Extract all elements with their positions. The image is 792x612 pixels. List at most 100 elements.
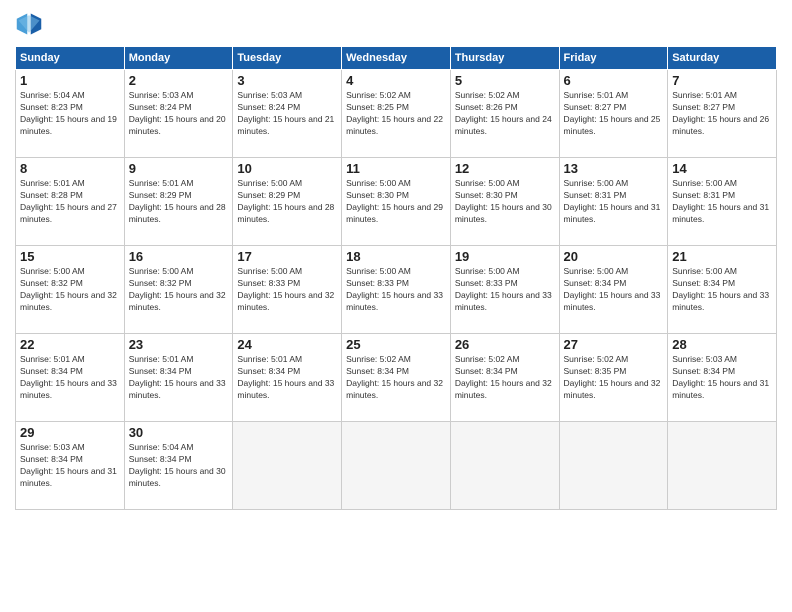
day-info: Sunrise: 5:00 AMSunset: 8:33 PMDaylight:… <box>455 266 552 312</box>
calendar-cell-day-1: 1 Sunrise: 5:04 AMSunset: 8:23 PMDayligh… <box>16 70 125 158</box>
day-number: 9 <box>129 161 229 176</box>
day-info: Sunrise: 5:00 AMSunset: 8:34 PMDaylight:… <box>672 266 769 312</box>
day-number: 8 <box>20 161 120 176</box>
day-info: Sunrise: 5:02 AMSunset: 8:35 PMDaylight:… <box>564 354 661 400</box>
calendar-cell-day-16: 16 Sunrise: 5:00 AMSunset: 8:32 PMDaylig… <box>124 246 233 334</box>
calendar-week-row: 8 Sunrise: 5:01 AMSunset: 8:28 PMDayligh… <box>16 158 777 246</box>
day-info: Sunrise: 5:00 AMSunset: 8:31 PMDaylight:… <box>564 178 661 224</box>
day-info: Sunrise: 5:01 AMSunset: 8:27 PMDaylight:… <box>564 90 661 136</box>
day-info: Sunrise: 5:01 AMSunset: 8:34 PMDaylight:… <box>129 354 226 400</box>
calendar-cell-day-25: 25 Sunrise: 5:02 AMSunset: 8:34 PMDaylig… <box>342 334 451 422</box>
day-number: 17 <box>237 249 337 264</box>
day-number: 28 <box>672 337 772 352</box>
calendar-cell-day-18: 18 Sunrise: 5:00 AMSunset: 8:33 PMDaylig… <box>342 246 451 334</box>
calendar-cell-day-28: 28 Sunrise: 5:03 AMSunset: 8:34 PMDaylig… <box>668 334 777 422</box>
calendar-week-row: 15 Sunrise: 5:00 AMSunset: 8:32 PMDaylig… <box>16 246 777 334</box>
logo-icon <box>15 10 43 38</box>
day-info: Sunrise: 5:04 AMSunset: 8:23 PMDaylight:… <box>20 90 117 136</box>
day-number: 6 <box>564 73 664 88</box>
day-info: Sunrise: 5:02 AMSunset: 8:26 PMDaylight:… <box>455 90 552 136</box>
weekday-header-row: SundayMondayTuesdayWednesdayThursdayFrid… <box>16 47 777 70</box>
calendar-cell-day-29: 29 Sunrise: 5:03 AMSunset: 8:34 PMDaylig… <box>16 422 125 510</box>
day-info: Sunrise: 5:01 AMSunset: 8:28 PMDaylight:… <box>20 178 117 224</box>
calendar-cell-empty <box>450 422 559 510</box>
day-number: 29 <box>20 425 120 440</box>
day-number: 21 <box>672 249 772 264</box>
day-info: Sunrise: 5:01 AMSunset: 8:27 PMDaylight:… <box>672 90 769 136</box>
calendar-cell-empty <box>342 422 451 510</box>
weekday-header-sunday: Sunday <box>16 47 125 70</box>
day-number: 23 <box>129 337 229 352</box>
calendar-cell-empty <box>559 422 668 510</box>
calendar-cell-day-15: 15 Sunrise: 5:00 AMSunset: 8:32 PMDaylig… <box>16 246 125 334</box>
day-info: Sunrise: 5:03 AMSunset: 8:34 PMDaylight:… <box>672 354 769 400</box>
day-number: 24 <box>237 337 337 352</box>
day-info: Sunrise: 5:04 AMSunset: 8:34 PMDaylight:… <box>129 442 226 488</box>
day-info: Sunrise: 5:00 AMSunset: 8:33 PMDaylight:… <box>346 266 443 312</box>
calendar-table: SundayMondayTuesdayWednesdayThursdayFrid… <box>15 46 777 510</box>
day-info: Sunrise: 5:01 AMSunset: 8:34 PMDaylight:… <box>237 354 334 400</box>
calendar-cell-empty <box>233 422 342 510</box>
day-number: 30 <box>129 425 229 440</box>
calendar-cell-day-22: 22 Sunrise: 5:01 AMSunset: 8:34 PMDaylig… <box>16 334 125 422</box>
day-info: Sunrise: 5:03 AMSunset: 8:34 PMDaylight:… <box>20 442 117 488</box>
day-info: Sunrise: 5:00 AMSunset: 8:29 PMDaylight:… <box>237 178 334 224</box>
day-number: 3 <box>237 73 337 88</box>
calendar-week-row: 29 Sunrise: 5:03 AMSunset: 8:34 PMDaylig… <box>16 422 777 510</box>
day-info: Sunrise: 5:00 AMSunset: 8:30 PMDaylight:… <box>346 178 443 224</box>
calendar-cell-day-3: 3 Sunrise: 5:03 AMSunset: 8:24 PMDayligh… <box>233 70 342 158</box>
calendar-cell-day-19: 19 Sunrise: 5:00 AMSunset: 8:33 PMDaylig… <box>450 246 559 334</box>
calendar-cell-day-12: 12 Sunrise: 5:00 AMSunset: 8:30 PMDaylig… <box>450 158 559 246</box>
day-info: Sunrise: 5:00 AMSunset: 8:30 PMDaylight:… <box>455 178 552 224</box>
weekday-header-monday: Monday <box>124 47 233 70</box>
day-number: 1 <box>20 73 120 88</box>
calendar-cell-day-13: 13 Sunrise: 5:00 AMSunset: 8:31 PMDaylig… <box>559 158 668 246</box>
day-info: Sunrise: 5:01 AMSunset: 8:29 PMDaylight:… <box>129 178 226 224</box>
day-number: 7 <box>672 73 772 88</box>
day-number: 5 <box>455 73 555 88</box>
day-number: 4 <box>346 73 446 88</box>
calendar-week-row: 22 Sunrise: 5:01 AMSunset: 8:34 PMDaylig… <box>16 334 777 422</box>
calendar-cell-day-6: 6 Sunrise: 5:01 AMSunset: 8:27 PMDayligh… <box>559 70 668 158</box>
calendar-cell-day-2: 2 Sunrise: 5:03 AMSunset: 8:24 PMDayligh… <box>124 70 233 158</box>
calendar-cell-day-11: 11 Sunrise: 5:00 AMSunset: 8:30 PMDaylig… <box>342 158 451 246</box>
calendar-cell-day-14: 14 Sunrise: 5:00 AMSunset: 8:31 PMDaylig… <box>668 158 777 246</box>
calendar-cell-day-30: 30 Sunrise: 5:04 AMSunset: 8:34 PMDaylig… <box>124 422 233 510</box>
day-number: 20 <box>564 249 664 264</box>
day-number: 12 <box>455 161 555 176</box>
calendar-cell-day-20: 20 Sunrise: 5:00 AMSunset: 8:34 PMDaylig… <box>559 246 668 334</box>
day-number: 11 <box>346 161 446 176</box>
day-info: Sunrise: 5:00 AMSunset: 8:31 PMDaylight:… <box>672 178 769 224</box>
calendar-cell-day-26: 26 Sunrise: 5:02 AMSunset: 8:34 PMDaylig… <box>450 334 559 422</box>
calendar-cell-day-4: 4 Sunrise: 5:02 AMSunset: 8:25 PMDayligh… <box>342 70 451 158</box>
calendar-cell-day-5: 5 Sunrise: 5:02 AMSunset: 8:26 PMDayligh… <box>450 70 559 158</box>
calendar-cell-day-24: 24 Sunrise: 5:01 AMSunset: 8:34 PMDaylig… <box>233 334 342 422</box>
header <box>15 10 777 38</box>
day-info: Sunrise: 5:00 AMSunset: 8:32 PMDaylight:… <box>129 266 226 312</box>
day-info: Sunrise: 5:02 AMSunset: 8:34 PMDaylight:… <box>346 354 443 400</box>
day-number: 26 <box>455 337 555 352</box>
day-number: 22 <box>20 337 120 352</box>
day-number: 14 <box>672 161 772 176</box>
calendar-cell-empty <box>668 422 777 510</box>
day-number: 27 <box>564 337 664 352</box>
day-info: Sunrise: 5:03 AMSunset: 8:24 PMDaylight:… <box>129 90 226 136</box>
day-number: 15 <box>20 249 120 264</box>
weekday-header-thursday: Thursday <box>450 47 559 70</box>
calendar-cell-day-10: 10 Sunrise: 5:00 AMSunset: 8:29 PMDaylig… <box>233 158 342 246</box>
weekday-header-friday: Friday <box>559 47 668 70</box>
calendar-cell-day-8: 8 Sunrise: 5:01 AMSunset: 8:28 PMDayligh… <box>16 158 125 246</box>
calendar-cell-day-21: 21 Sunrise: 5:00 AMSunset: 8:34 PMDaylig… <box>668 246 777 334</box>
day-info: Sunrise: 5:00 AMSunset: 8:33 PMDaylight:… <box>237 266 334 312</box>
day-number: 19 <box>455 249 555 264</box>
weekday-header-saturday: Saturday <box>668 47 777 70</box>
day-number: 25 <box>346 337 446 352</box>
calendar-cell-day-23: 23 Sunrise: 5:01 AMSunset: 8:34 PMDaylig… <box>124 334 233 422</box>
day-info: Sunrise: 5:01 AMSunset: 8:34 PMDaylight:… <box>20 354 117 400</box>
day-info: Sunrise: 5:00 AMSunset: 8:32 PMDaylight:… <box>20 266 117 312</box>
weekday-header-tuesday: Tuesday <box>233 47 342 70</box>
day-info: Sunrise: 5:02 AMSunset: 8:25 PMDaylight:… <box>346 90 443 136</box>
day-number: 18 <box>346 249 446 264</box>
logo <box>15 10 47 38</box>
day-number: 16 <box>129 249 229 264</box>
